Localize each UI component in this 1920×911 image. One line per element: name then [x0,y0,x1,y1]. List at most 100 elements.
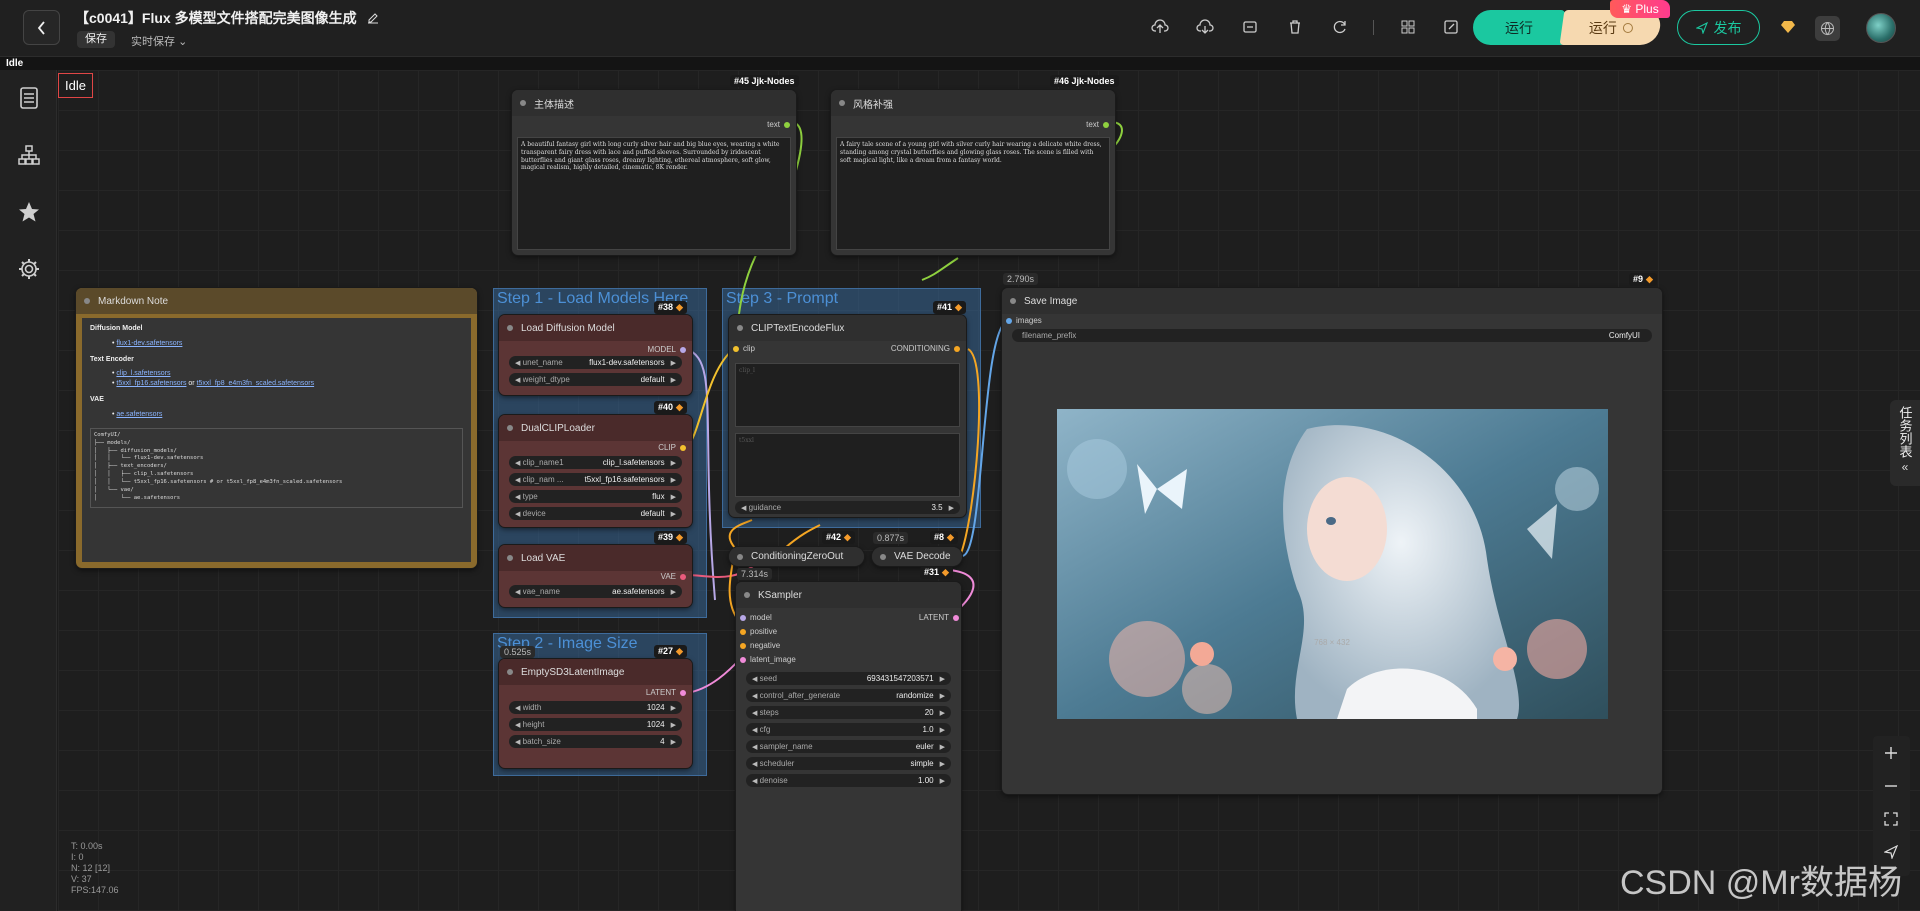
edit-title-icon[interactable] [367,11,379,27]
node-load-vae[interactable]: Load VAE VAE ◀ vae_name ae.safetensors ▶ [499,545,692,607]
md-link[interactable]: clip_l.safetensors [116,370,170,377]
widget-type[interactable]: ◀ type flux ▶ [509,490,682,503]
slot-pin-icon[interactable] [1006,317,1012,324]
collapse-dot-icon[interactable] [737,553,743,560]
task-list-tab[interactable]: 任务列表 « [1890,400,1920,486]
output-slot-latent[interactable]: LATENT [919,613,959,622]
collapse-dot-icon[interactable] [744,592,750,598]
node-header[interactable]: VAE Decode [872,547,962,566]
collapse-dot-icon[interactable] [839,100,845,106]
widget-batch-size[interactable]: ◀ batch_size 4 ▶ [509,735,682,748]
output-slot-text[interactable]: text [1086,120,1109,129]
run-button[interactable]: 运行 [1473,10,1565,45]
md-link[interactable]: ae.safetensors [116,411,162,418]
prompt-textarea[interactable]: A fairy tale scene of a young girl with … [836,137,1110,250]
node-header[interactable]: Load VAE [499,545,692,571]
collapse-dot-icon[interactable] [1010,298,1016,304]
collapse-dot-icon[interactable] [84,298,90,304]
widget-weight-dtype[interactable]: ◀ weight_dtype default ▶ [509,373,682,386]
node-load-diffusion-model[interactable]: Load Diffusion Model MODEL ◀ unet_name fl… [499,315,692,395]
node-header[interactable]: KSampler [736,582,961,608]
node-library-icon[interactable] [17,86,41,110]
node-main-prompt[interactable]: 主体描述 text A beautiful fantasy girl with … [512,90,796,255]
node-save-image[interactable]: Save Image images filename_prefix ComfyUI [1002,288,1662,794]
node-markdown-note[interactable]: Markdown Note Diffusion Model • flux1-de… [76,288,477,568]
slot-pin-icon[interactable] [954,345,960,352]
upload-icon[interactable] [1150,17,1170,37]
slot-pin-icon[interactable] [680,346,686,353]
fit-view-icon[interactable] [1882,810,1900,828]
node-dual-clip-loader[interactable]: DualCLIPLoader CLIP ◀ clip_name1 clip_l.s… [499,415,692,527]
collapse-dot-icon[interactable] [520,100,526,106]
widget-cfg[interactable]: ◀ cfg 1.0 ▶ [746,723,951,736]
md-link[interactable]: flux1-dev.safetensors [116,340,182,347]
clip-l-textarea[interactable]: clip_l [735,363,960,427]
node-header[interactable]: DualCLIPLoader [499,415,692,441]
widget-sampler-name[interactable]: ◀ sampler_name euler ▶ [746,740,951,753]
node-header[interactable]: CLIPTextEncodeFlux [729,315,966,341]
edit-icon[interactable] [1441,17,1461,37]
collapse-dot-icon[interactable] [507,555,513,561]
widget-height[interactable]: ◀ height 1024 ▶ [509,718,682,731]
output-slot-conditioning[interactable]: CONDITIONING [891,344,960,353]
zoom-in-icon[interactable] [1882,744,1900,762]
widget-device[interactable]: ◀ device default ▶ [509,507,682,520]
workflow-tree-icon[interactable] [17,143,41,167]
node-clip-text-encode-flux[interactable]: CLIPTextEncodeFlux clip CONDITIONING cli… [729,315,966,517]
output-slot-latent[interactable]: LATENT [646,688,686,697]
zoom-out-icon[interactable] [1882,777,1900,795]
input-slot-negative[interactable]: negative [736,641,780,650]
slot-pin-icon[interactable] [740,656,746,663]
widget-denoise[interactable]: ◀ denoise 1.00 ▶ [746,774,951,787]
widget-control-after-generate[interactable]: ◀ control_after_generate randomize ▶ [746,689,951,702]
slot-pin-icon[interactable] [740,628,746,635]
save-button[interactable]: 保存 [77,31,115,48]
slot-pin-icon[interactable] [680,573,686,580]
slot-pin-icon[interactable] [953,614,959,621]
input-slot-images[interactable]: images [1002,316,1042,325]
slot-pin-icon[interactable] [784,121,790,128]
output-slot-clip[interactable]: CLIP [658,443,686,452]
account-icon[interactable] [1815,16,1840,41]
publish-button[interactable]: 发布 [1677,10,1760,45]
node-empty-latent[interactable]: EmptySD3LatentImage LATENT ◀ width 1024 ▶ … [499,659,692,768]
slot-pin-icon[interactable] [740,614,746,621]
node-header[interactable]: Markdown Note [76,288,477,314]
widget-guidance[interactable]: ◀ guidance 3.5 ▶ [735,501,960,514]
node-style-prompt[interactable]: 风格补强 text A fairy tale scene of a young … [831,90,1115,255]
output-slot-model[interactable]: MODEL [648,345,686,354]
grid-icon[interactable] [1398,17,1418,37]
input-slot-model[interactable]: model [736,613,772,622]
slot-pin-icon[interactable] [680,689,686,696]
node-header[interactable]: 风格补强 [831,90,1115,116]
widget-clip-name1[interactable]: ◀ clip_name1 clip_l.safetensors ▶ [509,456,682,469]
output-image-preview[interactable] [1057,409,1608,719]
input-slot-clip[interactable]: clip [729,344,755,353]
input-slot-latent-image[interactable]: latent_image [736,655,796,664]
collapse-dot-icon[interactable] [507,425,513,431]
output-slot-text[interactable]: text [767,120,790,129]
widget-clip-name2[interactable]: ◀ clip_nam ... t5xxl_fp16.safetensors ▶ [509,473,682,486]
prompt-textarea[interactable]: A beautiful fantasy girl with long curly… [517,137,791,250]
md-link[interactable]: t5xxl_fp16.safetensors [116,380,186,387]
md-link[interactable]: t5xxl_fp8_e4m3fn_scaled.safetensors [197,380,315,387]
download-icon[interactable] [1195,17,1215,37]
node-header[interactable]: ConditioningZeroOut [729,547,864,566]
slot-pin-icon[interactable] [733,345,739,352]
avatar[interactable] [1866,13,1896,43]
collapse-dot-icon[interactable] [737,325,743,331]
widget-unet-name[interactable]: ◀ unet_name flux1-dev.safetensors ▶ [509,356,682,369]
autosave-dropdown[interactable]: 实时保存 ⌄ [131,33,187,49]
input-slot-positive[interactable]: positive [736,627,777,636]
widget-scheduler[interactable]: ◀ scheduler simple ▶ [746,757,951,770]
slot-pin-icon[interactable] [680,444,686,451]
node-header[interactable]: EmptySD3LatentImage [499,659,692,685]
widget-filename-prefix[interactable]: filename_prefix ComfyUI [1012,329,1652,342]
delete-icon[interactable] [1285,17,1305,37]
widget-width[interactable]: ◀ width 1024 ▶ [509,701,682,714]
widget-steps[interactable]: ◀ steps 20 ▶ [746,706,951,719]
slot-pin-icon[interactable] [1103,121,1109,128]
collapse-dot-icon[interactable] [507,669,513,675]
node-conditioning-zero-out[interactable]: ConditioningZeroOut [729,547,864,566]
widget-vae-name[interactable]: ◀ vae_name ae.safetensors ▶ [509,585,682,598]
